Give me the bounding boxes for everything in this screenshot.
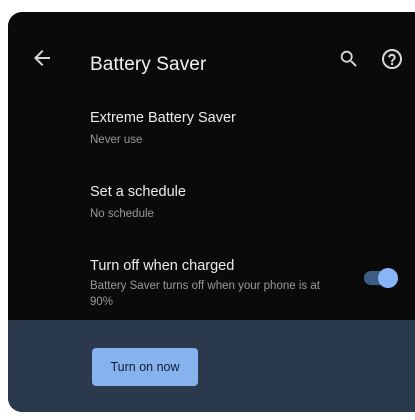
arrow-back-icon — [34, 50, 50, 66]
pref-title: Set a schedule — [90, 184, 186, 200]
pref-turn-off-when-charged[interactable]: Turn off when charged Battery Saver turn… — [8, 254, 415, 316]
pref-title: Extreme Battery Saver — [90, 110, 236, 126]
help-button[interactable] — [380, 47, 404, 71]
pref-extreme-battery-saver[interactable]: Extreme Battery Saver Never use — [8, 104, 415, 162]
pref-summary: Battery Saver turns off when your phone … — [90, 280, 320, 308]
device-frame: Battery Saver Extreme Battery Saver Neve… — [0, 0, 415, 420]
page-title: Battery Saver — [90, 54, 207, 75]
help-circle-icon — [382, 49, 402, 69]
search-icon — [340, 50, 357, 67]
pref-summary: Never use — [90, 134, 143, 146]
turn-on-now-button[interactable]: Turn on now — [92, 348, 198, 386]
battery-saver-screen: Battery Saver Extreme Battery Saver Neve… — [8, 12, 415, 412]
app-bar: Battery Saver — [8, 12, 415, 102]
search-button[interactable] — [338, 48, 360, 70]
pref-set-a-schedule[interactable]: Set a schedule No schedule — [8, 178, 415, 236]
footer-bar: Turn on now — [8, 320, 415, 412]
back-button[interactable] — [30, 46, 54, 70]
pref-title: Turn off when charged — [90, 258, 235, 274]
toggle-thumb — [378, 268, 398, 288]
turn-off-when-charged-toggle[interactable] — [364, 268, 398, 288]
pref-summary: No schedule — [90, 208, 154, 220]
